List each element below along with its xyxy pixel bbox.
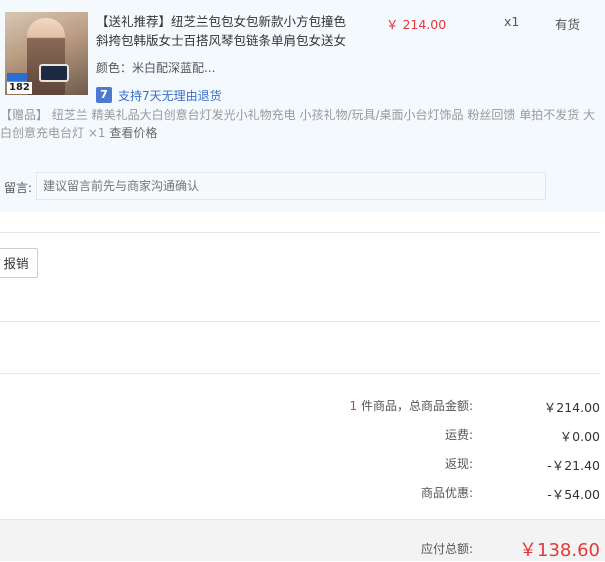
- summary-goods-label: 1 件商品，总商品金额:: [349, 397, 473, 414]
- product-thumbnail[interactable]: 182: [5, 12, 88, 95]
- goods-total-label: 件商品，总商品金额:: [360, 399, 473, 413]
- item-count: 1: [349, 399, 358, 413]
- summary-goods-row: 1 件商品，总商品金额: ￥214.00: [0, 397, 605, 419]
- summary-discount-row: 商品优惠: -￥54.00: [0, 484, 605, 506]
- bag-figure: [39, 64, 69, 82]
- shipping-label: 运费:: [444, 428, 473, 442]
- return-policy-icon: 7: [96, 87, 112, 103]
- discount-label: 商品优惠:: [420, 486, 473, 500]
- thumbnail-tag-stripe: [7, 73, 27, 81]
- goods-total-value: ￥214.00: [543, 400, 600, 415]
- section-divider: [0, 232, 600, 233]
- product-price: ￥ 214.00: [386, 17, 447, 32]
- payable-footer: [0, 519, 605, 561]
- shipping-value: ￥0.00: [559, 429, 600, 444]
- thumbnail-tag: 182: [7, 82, 32, 94]
- product-title[interactable]: 【送礼推荐】纽芝兰包包女包新款小方包撞色斜挎包韩版女士百搭风琴包链条单肩包女送女: [96, 12, 346, 50]
- message-input[interactable]: [36, 172, 546, 200]
- gift-quantity: ×1: [87, 126, 106, 140]
- product-quantity: x1: [504, 14, 520, 29]
- payable-label: 应付总额:: [420, 542, 473, 556]
- reimburse-button[interactable]: 报销: [0, 248, 38, 278]
- gift-view-price-link[interactable]: 查看价格: [109, 126, 157, 140]
- return-policy: 7 支持7天无理由退货: [96, 87, 222, 103]
- cashback-value: -￥21.40: [547, 458, 600, 473]
- cashback-label: 返现:: [444, 457, 473, 471]
- stock-status: 有货: [555, 17, 581, 32]
- summary-cashback-row: 返现: -￥21.40: [0, 455, 605, 477]
- section-divider: [0, 373, 600, 374]
- section-divider: [0, 321, 600, 322]
- summary-shipping-row: 运费: ￥0.00: [0, 426, 605, 448]
- message-label: 留言:: [4, 181, 33, 195]
- model-figure: [27, 18, 65, 95]
- payable-value: ￥138.60: [519, 540, 600, 561]
- return-policy-text: 支持7天无理由退货: [118, 88, 222, 103]
- product-color: 颜色：米白配深蓝配...: [96, 61, 216, 75]
- discount-value: -￥54.00: [547, 487, 600, 502]
- gift-item: 【赠品】 纽芝兰 精美礼品大白创意台灯发光小礼物充电 小孩礼物/玩具/桌面小台灯…: [0, 106, 600, 142]
- gift-label: 【赠品】: [0, 108, 49, 122]
